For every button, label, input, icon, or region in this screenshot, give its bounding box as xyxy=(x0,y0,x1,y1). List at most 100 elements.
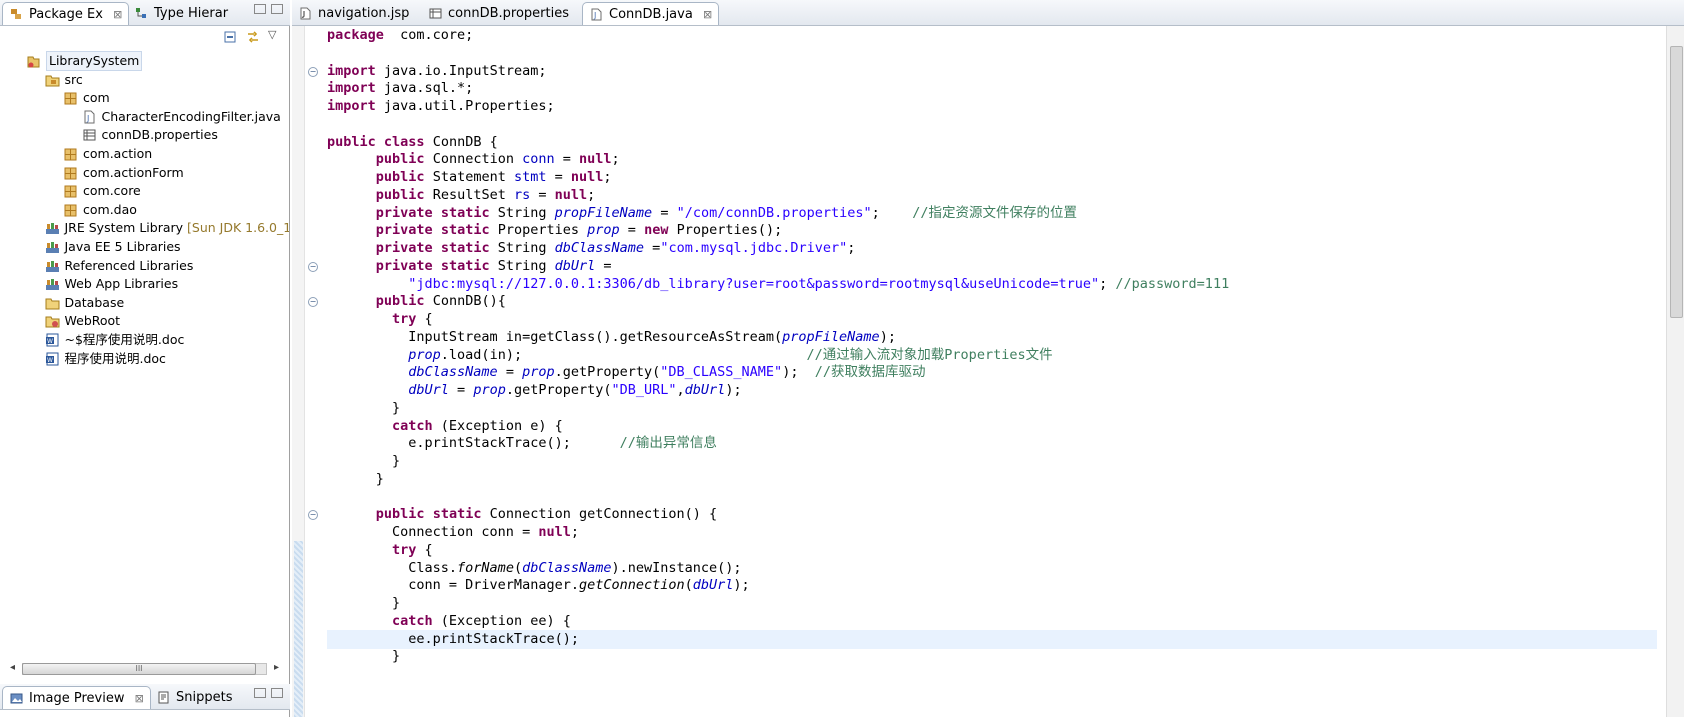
code-line[interactable]: import java.io.InputStream; xyxy=(327,62,546,81)
code-line[interactable]: ee.printStackTrace(); xyxy=(327,630,579,649)
code-line[interactable]: import java.sql.*; xyxy=(327,79,473,98)
code-line[interactable]: import java.util.Properties; xyxy=(327,97,555,116)
code-token: ; xyxy=(847,240,856,256)
code-token: dbUrl xyxy=(684,382,726,398)
code-token: = xyxy=(546,169,571,185)
scroll-right-icon[interactable]: ▸ xyxy=(274,662,279,673)
code-line[interactable]: public ResultSet rs = null; xyxy=(327,186,596,205)
code-line[interactable]: Class.forName(dbClassName).newInstance()… xyxy=(327,559,741,578)
tab-label: navigation.jsp xyxy=(318,6,410,21)
code-line[interactable]: "jdbc:mysql://127.0.0.1:3306/db_library?… xyxy=(327,275,1229,294)
code-line[interactable]: } xyxy=(327,399,400,418)
tree-item-label: src xyxy=(64,71,83,87)
type-hierarchy-icon xyxy=(136,8,146,18)
code-line[interactable]: try { xyxy=(327,310,433,329)
tab-navigation-jsp[interactable]: navigation.jsp xyxy=(292,2,415,25)
tab-image-preview[interactable]: Image Preview ⊠ xyxy=(2,686,151,709)
tree-item-label: WebRoot xyxy=(64,313,121,329)
code-line[interactable]: catch (Exception e) { xyxy=(327,417,563,436)
code-line[interactable]: public class ConnDB { xyxy=(327,133,498,152)
tab-type-hierarchy[interactable]: Type Hierar xyxy=(128,2,234,25)
minimize-icon[interactable] xyxy=(254,4,266,14)
code-token: catch xyxy=(392,612,433,629)
code-token: ); xyxy=(782,364,815,381)
scroll-thumb[interactable]: III xyxy=(22,663,256,675)
fold-toggle-icon[interactable]: − xyxy=(308,297,318,308)
code-token: } xyxy=(327,595,401,611)
tab-package-explorer[interactable]: Package Ex ⊠ xyxy=(2,2,130,25)
code-line[interactable]: conn = DriverManager.getConnection(dbUrl… xyxy=(327,576,749,595)
tree-item-label: connDB.properties xyxy=(101,127,218,143)
code-line[interactable]: try { xyxy=(327,541,433,560)
tab-label: ConnDB.java xyxy=(609,7,693,22)
code-line[interactable]: catch (Exception ee) { xyxy=(327,612,571,631)
horizontal-scrollbar[interactable]: ◂ III ▸ xyxy=(8,660,281,676)
close-icon[interactable]: ⊠ xyxy=(135,692,144,705)
code-line[interactable]: } xyxy=(327,647,400,666)
vertical-scrollbar[interactable] xyxy=(1666,26,1684,717)
link-with-editor-icon[interactable] xyxy=(246,30,260,44)
code-line[interactable]: dbUrl = prop.getProperty("DB_URL",dbUrl)… xyxy=(327,381,741,400)
tree-item-label: ~$程序使用说明.doc xyxy=(64,332,185,347)
tab-conndb-properties[interactable]: connDB.properties xyxy=(422,2,575,25)
code-line[interactable]: InputStream in=getClass().getResourceAsS… xyxy=(327,328,896,347)
code-line[interactable]: private static Properties prop = new Pro… xyxy=(327,221,782,240)
code-line[interactable]: private static String propFileName = "/c… xyxy=(327,204,1077,223)
tab-label: Image Preview xyxy=(29,691,125,706)
close-icon[interactable]: ⊠ xyxy=(703,8,712,21)
view-menu-icon[interactable]: ▽ xyxy=(268,28,276,41)
maximize-icon[interactable] xyxy=(271,4,283,14)
fold-toggle-icon[interactable]: − xyxy=(308,510,318,521)
tree-item-label: Web App Libraries xyxy=(64,276,179,292)
close-icon[interactable]: ⊠ xyxy=(113,8,122,21)
code-line[interactable]: } xyxy=(327,470,384,489)
code-token: public xyxy=(375,186,425,203)
code-token: propFileName xyxy=(554,204,653,221)
code-token: //输出异常信息 xyxy=(619,435,717,452)
code-token: Class. xyxy=(327,559,458,576)
folder-icon xyxy=(45,298,59,310)
collapse-all-icon[interactable] xyxy=(224,30,238,44)
code-line[interactable]: } xyxy=(327,594,400,613)
code-token: private xyxy=(375,222,433,239)
code-line[interactable]: public static Connection getConnection()… xyxy=(327,505,717,524)
tab-conndb-java[interactable]: J ConnDB.java ⊠ xyxy=(582,2,720,25)
word-doc-icon: W xyxy=(45,333,58,347)
code-token: import xyxy=(327,80,376,97)
code-line[interactable]: package com.core; xyxy=(327,26,473,45)
tree-item-label: Referenced Libraries xyxy=(64,257,194,273)
code-token: ( xyxy=(684,577,693,594)
code-token: //指定资源文件保存的位置 xyxy=(912,204,1078,221)
tab-snippets[interactable]: Snippets xyxy=(150,686,238,709)
code-token: static xyxy=(440,240,490,256)
scroll-thumb[interactable] xyxy=(1670,46,1683,318)
svg-text:J: J xyxy=(86,114,89,123)
code-line[interactable]: private static String dbUrl = xyxy=(327,257,612,276)
fold-toggle-icon[interactable]: − xyxy=(308,66,318,77)
fold-toggle-icon[interactable]: − xyxy=(308,261,318,272)
code-line[interactable]: Connection conn = null; xyxy=(327,523,579,542)
maximize-icon[interactable] xyxy=(271,688,283,698)
code-line[interactable]: public ConnDB(){ xyxy=(327,292,506,311)
code-area[interactable]: package com.core; import java.io.InputStr… xyxy=(327,26,1657,717)
code-line[interactable]: public Statement stmt = null; xyxy=(327,168,612,187)
code-token: public xyxy=(375,506,425,523)
code-line[interactable]: private static String dbClassName ="com.… xyxy=(327,239,856,258)
code-token: propFileName xyxy=(782,328,880,345)
code-line[interactable]: public Connection conn = null; xyxy=(327,150,620,169)
code-line[interactable]: dbClassName = prop.getProperty("DB_CLASS… xyxy=(327,363,925,382)
code-token: null xyxy=(538,524,571,540)
minimize-icon[interactable] xyxy=(254,688,266,698)
code-line[interactable]: prop.load(in); //通过输入流对象加载Properties文件 xyxy=(327,346,1052,365)
code-line[interactable]: } xyxy=(327,452,400,471)
scroll-left-icon[interactable]: ◂ xyxy=(10,662,15,673)
code-token: ; xyxy=(1099,275,1116,292)
code-line[interactable]: e.printStackTrace(); //输出异常信息 xyxy=(327,434,717,453)
